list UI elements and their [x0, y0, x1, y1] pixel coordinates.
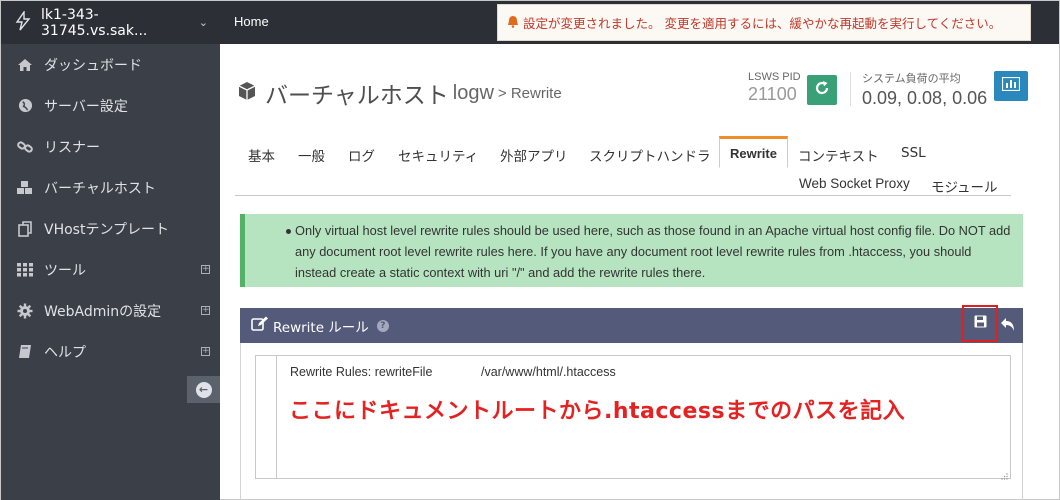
vhost-tabs: 基本 一般 ログ セキュリティ 外部アプリ スクリプトハンドラ Rewrite …: [235, 136, 1011, 196]
edit-icon: [251, 316, 269, 336]
tab-context[interactable]: コンテキスト: [798, 145, 879, 165]
page-title-text: バーチャルホスト: [265, 83, 449, 109]
sidebar-item-vhost-templates[interactable]: VHostテンプレート: [1, 208, 220, 249]
tab-ssl[interactable]: SSL: [901, 145, 926, 161]
expand-plus-icon[interactable]: +: [201, 306, 210, 315]
load-average-value: 0.09, 0.08, 0.06: [862, 88, 988, 108]
rewrite-file-label: Rewrite Rules: rewriteFile: [290, 365, 433, 379]
panel-title: Rewrite ルール: [273, 319, 369, 336]
info-alert: Only virtual host level rewrite rules sh…: [240, 214, 1023, 287]
sidebar-item-dashboard[interactable]: ダッシュボード: [1, 44, 220, 85]
load-average-label: システム負荷の平均: [862, 72, 961, 85]
sidebar-item-server-config[interactable]: サーバー設定: [1, 85, 220, 126]
sidebar-item-help[interactable]: ヘルプ +: [1, 331, 220, 372]
info-alert-text: Only virtual host level rewrite rules sh…: [295, 223, 1011, 280]
pid-display: LSWS PID 21100: [748, 71, 801, 105]
home-icon: [15, 58, 35, 72]
sidebar-item-webadmin-settings[interactable]: WebAdminの設定 +: [1, 290, 220, 331]
panel-body: Rewrite Rules: rewriteFile /var/www/html…: [240, 343, 1023, 500]
tab-log[interactable]: ログ: [348, 145, 375, 165]
pid-label: LSWS PID: [748, 71, 801, 83]
rewrite-file-value: /var/www/html/.htaccess: [481, 365, 616, 379]
server-hostname: lk1-343-31745.vs.sak...: [41, 6, 148, 39]
sidebar-item-label: バーチャルホスト: [44, 180, 156, 197]
bullet-icon: [286, 229, 291, 234]
sidebar-item-label: リスナー: [44, 139, 100, 156]
sidebar-item-label: サーバー設定: [44, 98, 128, 115]
vhost-name: logw: [452, 81, 494, 104]
save-button[interactable]: [962, 305, 998, 342]
restart-notice-text: 設定が変更されました。 変更を適用するには、緩やかな再起動を実行してください。: [523, 16, 1002, 31]
cubes-icon: [15, 180, 35, 195]
breadcrumb-home[interactable]: Home: [234, 14, 269, 29]
bar-chart-icon: [1001, 76, 1021, 95]
pid-value: 21100: [748, 84, 797, 104]
tab-rewrite[interactable]: Rewrite: [719, 136, 788, 168]
tab-external-app[interactable]: 外部アプリ: [500, 145, 568, 165]
chevron-down-icon: ⌄: [198, 16, 208, 29]
book-icon: [15, 344, 35, 359]
expand-plus-icon[interactable]: +: [201, 265, 210, 274]
save-icon: [974, 315, 987, 332]
back-arrow-icon[interactable]: [1000, 316, 1017, 336]
sidebar-item-listeners[interactable]: リスナー: [1, 126, 220, 167]
sidebar-item-label: VHostテンプレート: [44, 221, 170, 238]
page-title: バーチャルホスト logw > Rewrite: [237, 76, 562, 110]
main-content: バーチャルホスト logw > Rewrite LSWS PID 21100 シ…: [220, 44, 1059, 500]
grid-icon: [15, 262, 35, 277]
litespeed-logo-icon: [13, 9, 35, 35]
link-icon: [15, 140, 35, 154]
graceful-restart-button[interactable]: [807, 75, 837, 105]
sidebar: lk1-343-31745.vs.sak... ⌄ ダッシュボード サーバー設定…: [1, 1, 220, 500]
resize-handle-icon[interactable]: [1000, 468, 1008, 480]
sidebar-item-label: ヘルプ: [44, 344, 86, 361]
tab-general[interactable]: 一般: [298, 145, 325, 165]
sidebar-item-label: ダッシュボード: [44, 57, 142, 74]
tab-websocket-proxy[interactable]: Web Socket Proxy: [799, 176, 910, 191]
tab-script-handler[interactable]: スクリプトハンドラ: [589, 145, 711, 165]
gear-icon: [15, 303, 35, 319]
tab-security[interactable]: セキュリティ: [398, 145, 478, 165]
arrow-left-icon: ←: [195, 381, 212, 398]
rules-table: Rewrite Rules: rewriteFile /var/www/html…: [255, 355, 1011, 480]
load-average-display: システム負荷の平均 0.09, 0.08, 0.06: [862, 70, 987, 109]
panel-header: Rewrite ルール ?: [240, 305, 1023, 343]
bell-icon: [507, 15, 519, 31]
cube-icon: [237, 81, 257, 105]
tab-basic[interactable]: 基本: [248, 145, 275, 165]
divider: [850, 72, 851, 106]
table-column-divider: [276, 356, 277, 478]
restart-notice: 設定が変更されました。 変更を適用するには、緩やかな再起動を実行してください。: [497, 4, 1031, 41]
sidebar-item-label: WebAdminの設定: [44, 303, 162, 320]
tab-modules[interactable]: モジュール: [931, 176, 998, 196]
refresh-icon: [814, 80, 830, 101]
sidebar-item-label: ツール: [44, 262, 86, 279]
breadcrumb-current: > Rewrite: [497, 84, 562, 102]
sidebar-collapse-button[interactable]: ←: [187, 376, 220, 403]
sidebar-item-tools[interactable]: ツール +: [1, 249, 220, 290]
realtime-stats-button[interactable]: [994, 71, 1028, 101]
sidebar-item-virtual-hosts[interactable]: バーチャルホスト: [1, 167, 220, 208]
copy-icon: [15, 220, 35, 237]
annotation-text: ここにドキュメントルートから.htaccessまでのパスを記入: [289, 399, 906, 424]
help-icon[interactable]: ?: [376, 319, 389, 332]
server-selector[interactable]: lk1-343-31745.vs.sak... ⌄: [1, 1, 220, 44]
globe-icon: [15, 98, 35, 113]
expand-plus-icon[interactable]: +: [201, 347, 210, 356]
rewrite-rules-panel: Rewrite ルール ? Rewrite Rules: rewriteFile…: [240, 305, 1023, 500]
